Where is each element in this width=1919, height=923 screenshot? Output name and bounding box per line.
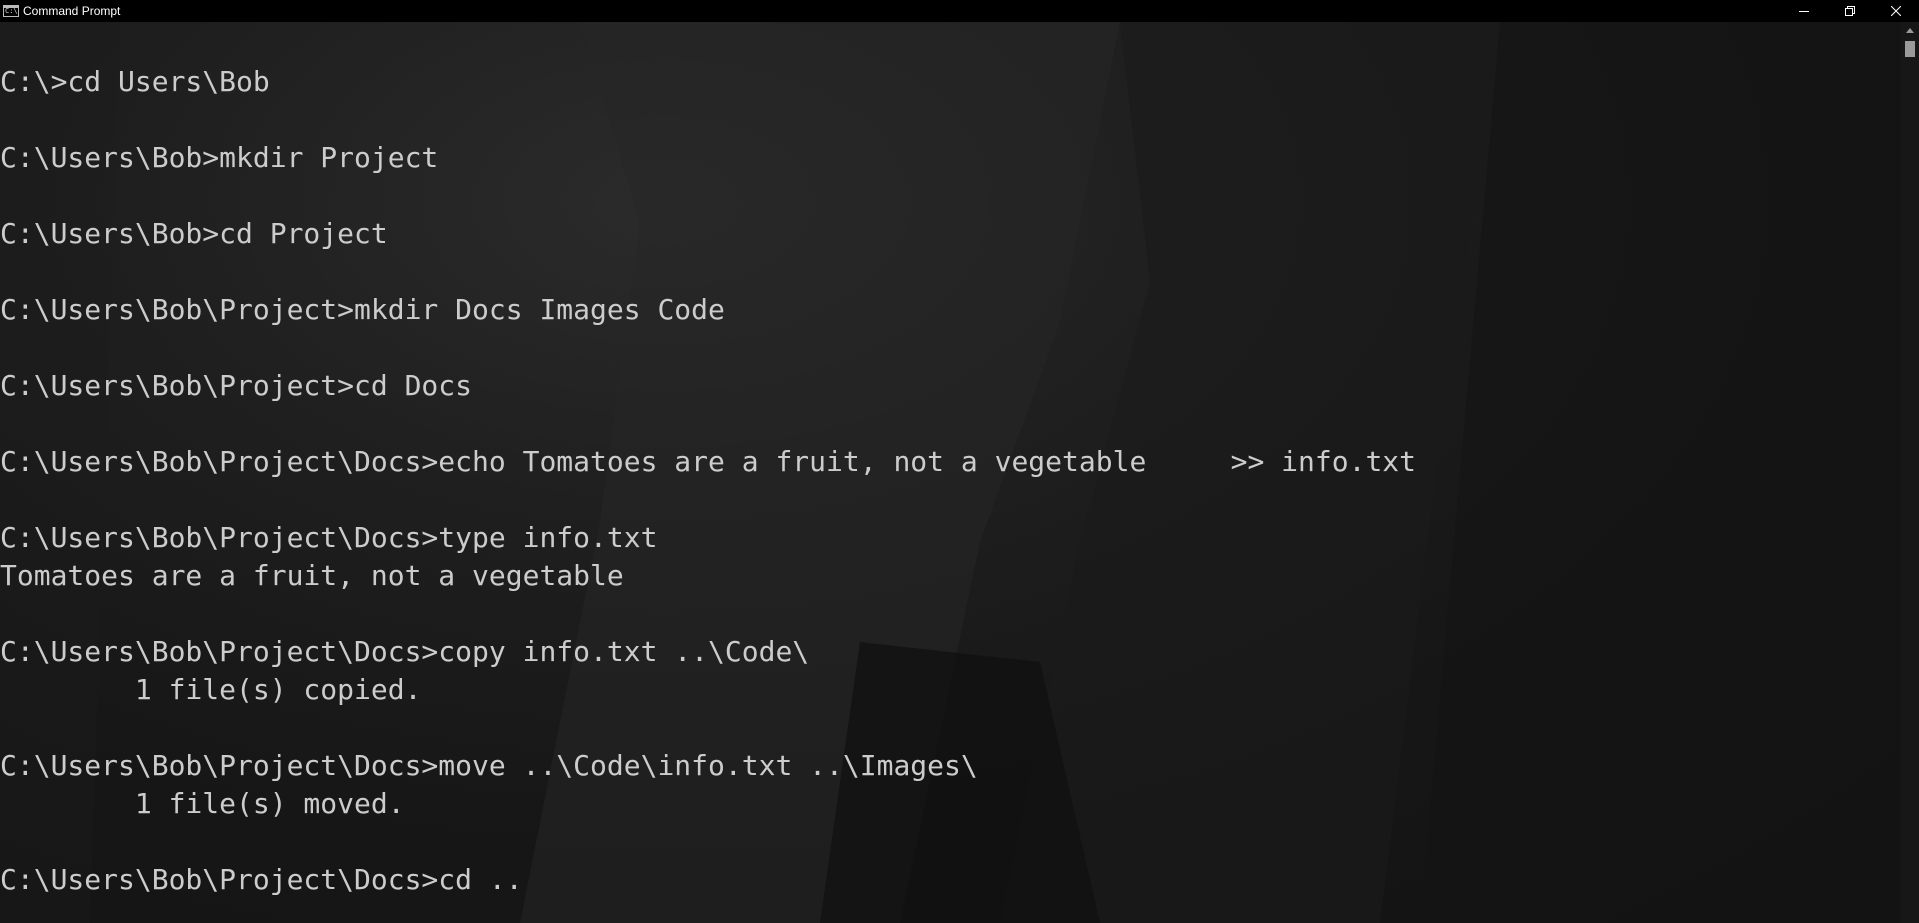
console-line: Tomatoes are a fruit, not a vegetable <box>0 559 624 592</box>
minimize-icon <box>1799 11 1809 12</box>
close-button[interactable] <box>1873 0 1919 22</box>
vertical-scrollbar[interactable] <box>1901 22 1919 923</box>
cmd-app-icon: C:\ <box>3 5 19 17</box>
console-line: C:\Users\Bob>cd Project <box>0 217 388 250</box>
scroll-up-arrow-icon <box>1906 28 1914 33</box>
console-line: C:\Users\Bob>mkdir Project <box>0 141 439 174</box>
console-line: C:\Users\Bob\Project>cd Docs <box>0 369 473 402</box>
restore-button[interactable] <box>1827 0 1873 22</box>
scroll-thumb[interactable] <box>1905 41 1915 57</box>
console-line: C:\Users\Bob\Project\Docs>cd .. <box>0 863 523 896</box>
console-line: C:\Users\Bob\Project>mkdir Docs Images C… <box>0 293 725 326</box>
console-output: C:\>cd Users\Bob C:\Users\Bob>mkdir Proje… <box>0 63 1416 899</box>
title-bar[interactable]: C:\ Command Prompt <box>0 0 1919 22</box>
console-line: C:\Users\Bob\Project\Docs>type info.txt <box>0 521 658 554</box>
console-line: 1 file(s) moved. <box>0 787 405 820</box>
console-line: C:\Users\Bob\Project\Docs>move ..\Code\i… <box>0 749 978 782</box>
console-line: C:\>cd Users\Bob <box>0 65 270 98</box>
restore-icon <box>1845 6 1855 16</box>
console-line: C:\Users\Bob\Project\Docs>echo Tomatoes … <box>0 445 1417 478</box>
window-title: Command Prompt <box>23 4 121 18</box>
minimize-button[interactable] <box>1781 0 1827 22</box>
scroll-up-button[interactable] <box>1901 22 1919 39</box>
close-icon <box>1891 6 1901 16</box>
console-area[interactable]: C:\>cd Users\Bob C:\Users\Bob>mkdir Proje… <box>0 22 1901 923</box>
window-controls <box>1781 0 1919 22</box>
console-line: 1 file(s) copied. <box>0 673 422 706</box>
console-line: C:\Users\Bob\Project\Docs>copy info.txt … <box>0 635 810 668</box>
